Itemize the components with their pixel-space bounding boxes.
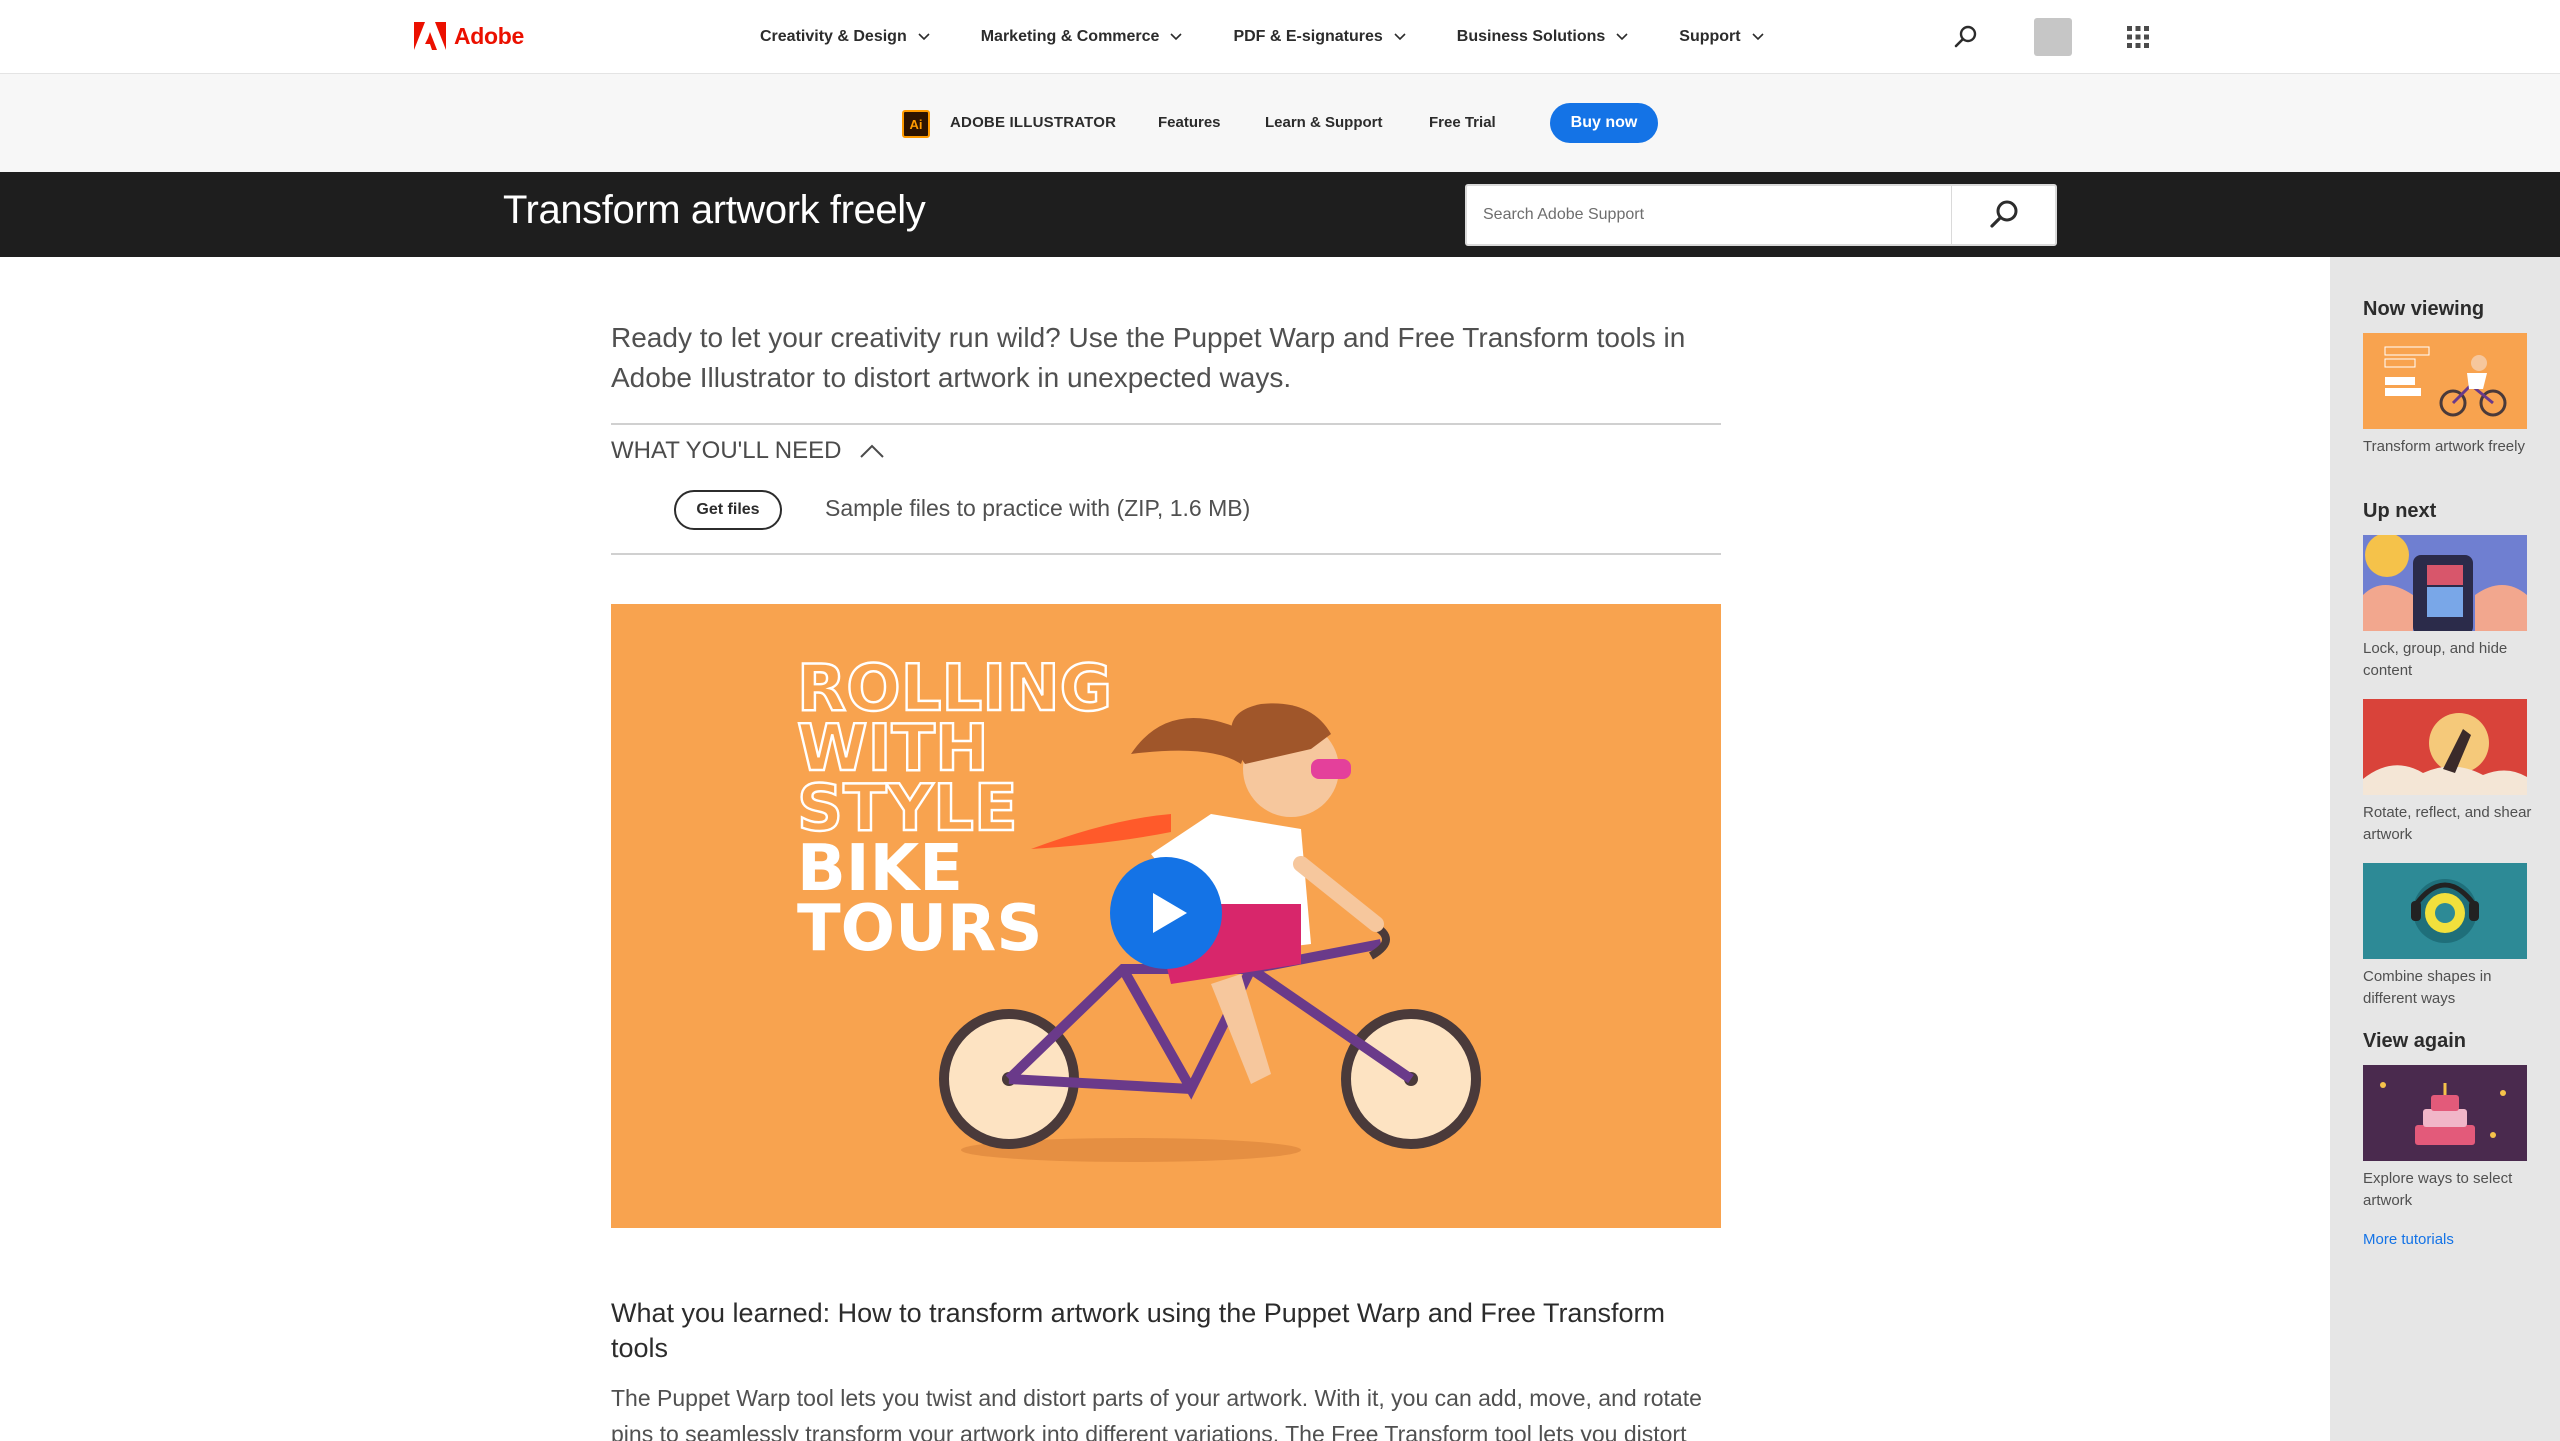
video-text-line: TOURS [797,892,1042,966]
play-button[interactable] [1109,856,1223,970]
chevron-down-icon [1752,33,1764,41]
gnav-item-label: Creativity & Design [760,28,907,45]
up-next-caption-3[interactable]: Combine shapes in different ways [2363,966,2533,1010]
gnav-business-solutions[interactable]: Business Solutions [1457,28,1629,46]
gnav-item-label: Support [1679,28,1741,45]
up-next-thumbnail-1[interactable] [2363,535,2527,631]
adobe-logo[interactable]: Adobe [414,22,524,50]
search-button[interactable] [1951,186,2055,244]
divider [611,423,1721,425]
chevron-up-icon [860,444,885,458]
learned-body: The Puppet Warp tool lets you twist and … [611,1385,1702,1441]
now-viewing-thumbnail[interactable] [2363,333,2527,429]
view-again-heading: View again [2363,1030,2467,1052]
up-next-thumbnail-2[interactable] [2363,699,2527,795]
tutorial-thumbnail-image [2411,879,2479,943]
intro-text: Ready to let your creativity run wild? U… [611,322,1686,393]
page-title: Transform artwork freely [503,188,926,232]
need-heading: WHAT YOU'LL NEED [611,437,842,464]
gnav-marketing-commerce[interactable]: Marketing & Commerce [981,28,1184,46]
subnav-free-trial[interactable]: Free Trial [1429,114,1496,131]
support-search [1465,184,2057,246]
search-icon [1989,200,2017,228]
learned-heading: What you learned: How to transform artwo… [611,1298,1665,1363]
subnav-features[interactable]: Features [1158,114,1221,131]
more-tutorials-link[interactable]: More tutorials [2363,1231,2454,1248]
gnav-item-label: Business Solutions [1456,28,1606,45]
tutorial-thumbnail-image [2384,346,2507,417]
app-switcher-icon[interactable] [2126,25,2150,49]
subnav-learn-support[interactable]: Learn & Support [1265,114,1383,131]
gnav-menu: Creativity & Design Marketing & Commerce… [760,0,1815,74]
title-band [0,172,2560,257]
chevron-down-icon [1394,33,1406,41]
tutorial-thumbnail-image [2363,699,2527,795]
illustrator-app-icon[interactable]: Ai [902,110,930,138]
get-files-button[interactable]: Get files [674,490,782,530]
gnav-creativity-design[interactable]: Creativity & Design [760,28,931,46]
what-youll-need-toggle[interactable]: WHAT YOU'LL NEED [611,437,885,465]
tutorial-video[interactable]: ROLLING WITH STYLE BIKE TOURS [611,604,1721,1228]
tutorial-thumbnail-image [2380,1082,2506,1145]
up-next-caption-1[interactable]: Lock, group, and hide content [2363,638,2533,682]
up-next-caption-2[interactable]: Rotate, reflect, and shear artwork [2363,802,2533,846]
gnav-support[interactable]: Support [1679,28,1764,46]
view-again-thumbnail[interactable] [2363,1065,2527,1161]
chevron-down-icon [918,33,930,41]
divider [611,553,1721,555]
tutorial-thumbnail-image [2363,535,2527,631]
avatar[interactable] [2034,18,2072,56]
adobe-logo-icon [414,22,446,50]
product-name-link[interactable]: ADOBE ILLUSTRATOR [950,114,1116,131]
tutorial-rail [2330,257,2560,1441]
now-viewing-heading: Now viewing [2363,298,2485,320]
chevron-down-icon [1170,33,1183,41]
chevron-down-icon [1616,33,1628,41]
buy-now-button[interactable]: Buy now [1550,103,1658,143]
global-nav: Adobe Creativity & Design Marketing & Co… [0,0,2560,74]
adobe-wordmark: Adobe [454,22,525,49]
gnav-item-label: Marketing & Commerce [980,28,1160,45]
now-viewing-caption[interactable]: Transform artwork freely [2363,436,2533,458]
up-next-thumbnail-3[interactable] [2363,863,2527,959]
gnav-item-label: PDF & E-signatures [1233,28,1383,45]
gnav-pdf-esignatures[interactable]: PDF & E-signatures [1233,28,1406,46]
files-description: Sample files to practice with (ZIP, 1.6 … [825,495,1251,521]
view-again-caption[interactable]: Explore ways to select artwork [2363,1168,2533,1212]
up-next-heading: Up next [2363,500,2437,522]
search-icon[interactable] [1952,23,1980,51]
search-input[interactable] [1467,186,1951,244]
